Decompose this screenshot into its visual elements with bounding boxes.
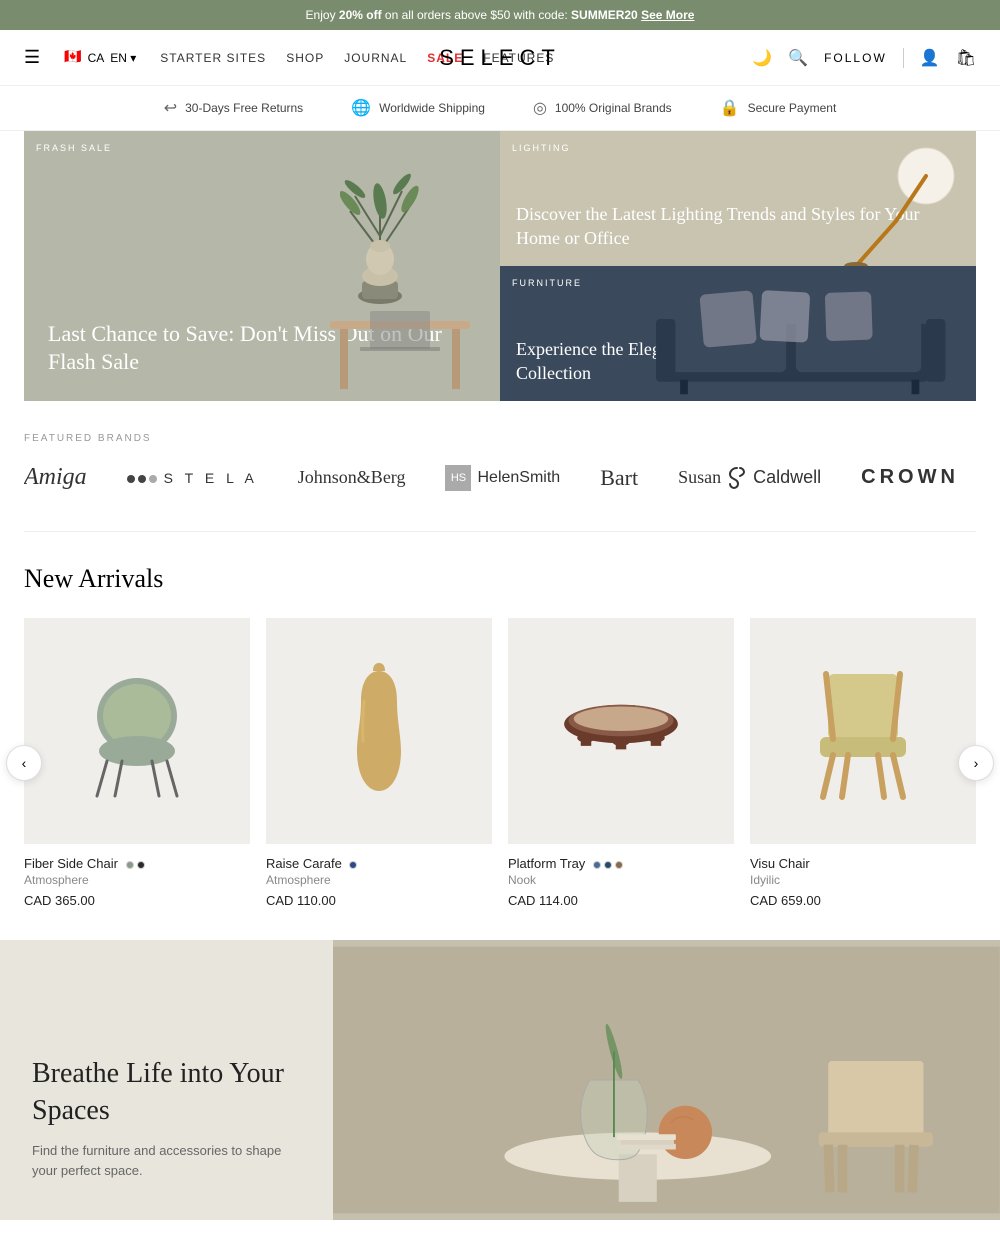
trust-shipping: 🌐 Worldwide Shipping xyxy=(351,98,485,118)
product-name-tray: Platform Tray xyxy=(508,856,734,871)
featured-brands-label: FEATURED BRANDS xyxy=(24,433,976,444)
hero-left-badge: FRASH SALE xyxy=(36,143,112,153)
brand-helen-smith[interactable]: HS HelenSmith xyxy=(445,464,560,491)
brand-crown[interactable]: CROWN xyxy=(861,466,959,489)
banner-link[interactable]: See More xyxy=(641,8,694,22)
hero-left-panel[interactable]: FRASH SALE xyxy=(24,131,500,401)
nav-left: ☰ 🇨🇦 CA EN ▾ STARTER SITES SHOP JOURNAL … xyxy=(24,47,752,68)
hero-right-top-panel[interactable]: LIGHTING Discover the Latest Lighting Tr… xyxy=(500,131,976,266)
nav-link-starter[interactable]: STARTER SITES xyxy=(160,51,266,65)
hamburger-icon[interactable]: ☰ xyxy=(24,47,40,68)
product-card-carafe[interactable]: Raise Carafe Atmosphere CAD 110.00 xyxy=(266,618,492,908)
table-decoration xyxy=(320,301,480,401)
hero-grid: FRASH SALE xyxy=(24,131,976,401)
product-image-fiber-chair xyxy=(24,618,250,844)
plant-decoration xyxy=(340,151,420,311)
carousel-next-button[interactable]: › xyxy=(958,745,994,781)
brand-stela[interactable]: S T E L A xyxy=(127,466,258,489)
new-arrivals-section: New Arrivals ‹ xyxy=(0,532,1000,940)
fiber-chair-illustration xyxy=(77,661,197,801)
product-name-carafe: Raise Carafe xyxy=(266,856,492,871)
product-brand-visu-chair: Idyilic xyxy=(750,873,976,887)
product-card-fiber-chair[interactable]: Fiber Side Chair Atmosphere CAD 365.00 xyxy=(24,618,250,908)
cart-icon[interactable]: 🛍 xyxy=(956,48,976,68)
nav-divider xyxy=(903,48,904,68)
returns-icon: ↩ xyxy=(164,98,177,118)
product-price-visu-chair: CAD 659.00 xyxy=(750,893,976,908)
hero-right-top-badge: LIGHTING xyxy=(512,143,571,153)
bottom-banner-left: Breathe Life into Your Spaces Find the f… xyxy=(0,940,333,1220)
brand-susan-caldwell[interactable]: Susan Caldwell xyxy=(678,466,821,490)
bottom-banner: Breathe Life into Your Spaces Find the f… xyxy=(0,940,1000,1220)
banner-text: Enjoy 20% off on all orders above $50 wi… xyxy=(306,8,695,22)
product-card-visu-chair[interactable]: Visu Chair Idyilic CAD 659.00 xyxy=(750,618,976,908)
brands-row: Amiga S T E L A Johnson&Berg HS HelenSmi… xyxy=(24,464,976,491)
payment-icon: 🔒 xyxy=(720,98,740,118)
product-image-visu-chair xyxy=(750,618,976,844)
nav-right: 🌙 🔍 FOLLOW 👤 🛍 xyxy=(752,48,976,68)
product-price-fiber-chair: CAD 365.00 xyxy=(24,893,250,908)
lamp-decoration xyxy=(836,141,956,266)
trust-returns: ↩ 30-Days Free Returns xyxy=(164,98,303,118)
trust-payment: 🔒 Secure Payment xyxy=(720,98,837,118)
site-logo[interactable]: SELECT xyxy=(439,45,561,71)
trust-shipping-label: Worldwide Shipping xyxy=(379,101,485,115)
nav-link-shop[interactable]: SHOP xyxy=(286,51,324,65)
product-brand-carafe: Atmosphere xyxy=(266,873,492,887)
brand-amiga[interactable]: Amiga xyxy=(24,464,87,491)
brands-icon: ◎ xyxy=(533,98,547,118)
bottom-banner-subtext: Find the furniture and accessories to sh… xyxy=(32,1141,301,1180)
products-carousel: ‹ xyxy=(24,618,976,908)
trust-brands: ◎ 100% Original Brands xyxy=(533,98,672,118)
flag-icon: 🇨🇦 xyxy=(64,49,81,66)
nav-link-journal[interactable]: JOURNAL xyxy=(344,51,407,65)
shipping-icon: 🌐 xyxy=(351,98,371,118)
featured-brands-section: FEATURED BRANDS Amiga S T E L A Johnson&… xyxy=(0,401,1000,511)
product-price-carafe: CAD 110.00 xyxy=(266,893,492,908)
carafe-illustration xyxy=(339,661,419,801)
bottom-banner-heading: Breathe Life into Your Spaces xyxy=(32,1056,301,1129)
trust-bar: ↩ 30-Days Free Returns 🌐 Worldwide Shipp… xyxy=(0,86,1000,131)
carousel-prev-button[interactable]: ‹ xyxy=(6,745,42,781)
new-arrivals-title: New Arrivals xyxy=(24,564,976,594)
trust-returns-label: 30-Days Free Returns xyxy=(185,101,303,115)
product-name-fiber-chair: Fiber Side Chair xyxy=(24,856,250,871)
bottom-banner-right xyxy=(333,940,1000,1220)
products-grid: Fiber Side Chair Atmosphere CAD 365.00 xyxy=(24,618,976,908)
trust-payment-label: Secure Payment xyxy=(748,101,837,115)
product-brand-fiber-chair: Atmosphere xyxy=(24,873,250,887)
main-nav: ☰ 🇨🇦 CA EN ▾ STARTER SITES SHOP JOURNAL … xyxy=(0,30,1000,86)
product-card-tray[interactable]: Platform Tray Nook CAD 114.00 xyxy=(508,618,734,908)
product-brand-tray: Nook xyxy=(508,873,734,887)
product-image-tray xyxy=(508,618,734,844)
product-name-visu-chair: Visu Chair xyxy=(750,856,976,871)
brand-johnson-berg[interactable]: Johnson&Berg xyxy=(298,467,406,488)
tray-illustration xyxy=(551,686,691,776)
brand-bart[interactable]: Bart xyxy=(600,465,638,491)
trust-brands-label: 100% Original Brands xyxy=(555,101,672,115)
susan-s-logo-icon xyxy=(725,466,749,490)
product-image-carafe xyxy=(266,618,492,844)
product-price-tray: CAD 114.00 xyxy=(508,893,734,908)
top-banner: Enjoy 20% off on all orders above $50 wi… xyxy=(0,0,1000,30)
hero-right-bottom-panel[interactable]: FURNITURE Experience the Elegance and Ar… xyxy=(500,266,976,401)
locale-label[interactable]: CA EN ▾ xyxy=(88,51,137,65)
bottom-scene-illustration xyxy=(333,940,1000,1220)
follow-button[interactable]: FOLLOW xyxy=(824,51,887,65)
dark-mode-icon[interactable]: 🌙 xyxy=(752,48,772,68)
account-icon[interactable]: 👤 xyxy=(920,48,940,68)
visu-chair-illustration xyxy=(798,659,928,804)
search-icon[interactable]: 🔍 xyxy=(788,48,808,68)
sofa-decoration xyxy=(500,266,976,401)
